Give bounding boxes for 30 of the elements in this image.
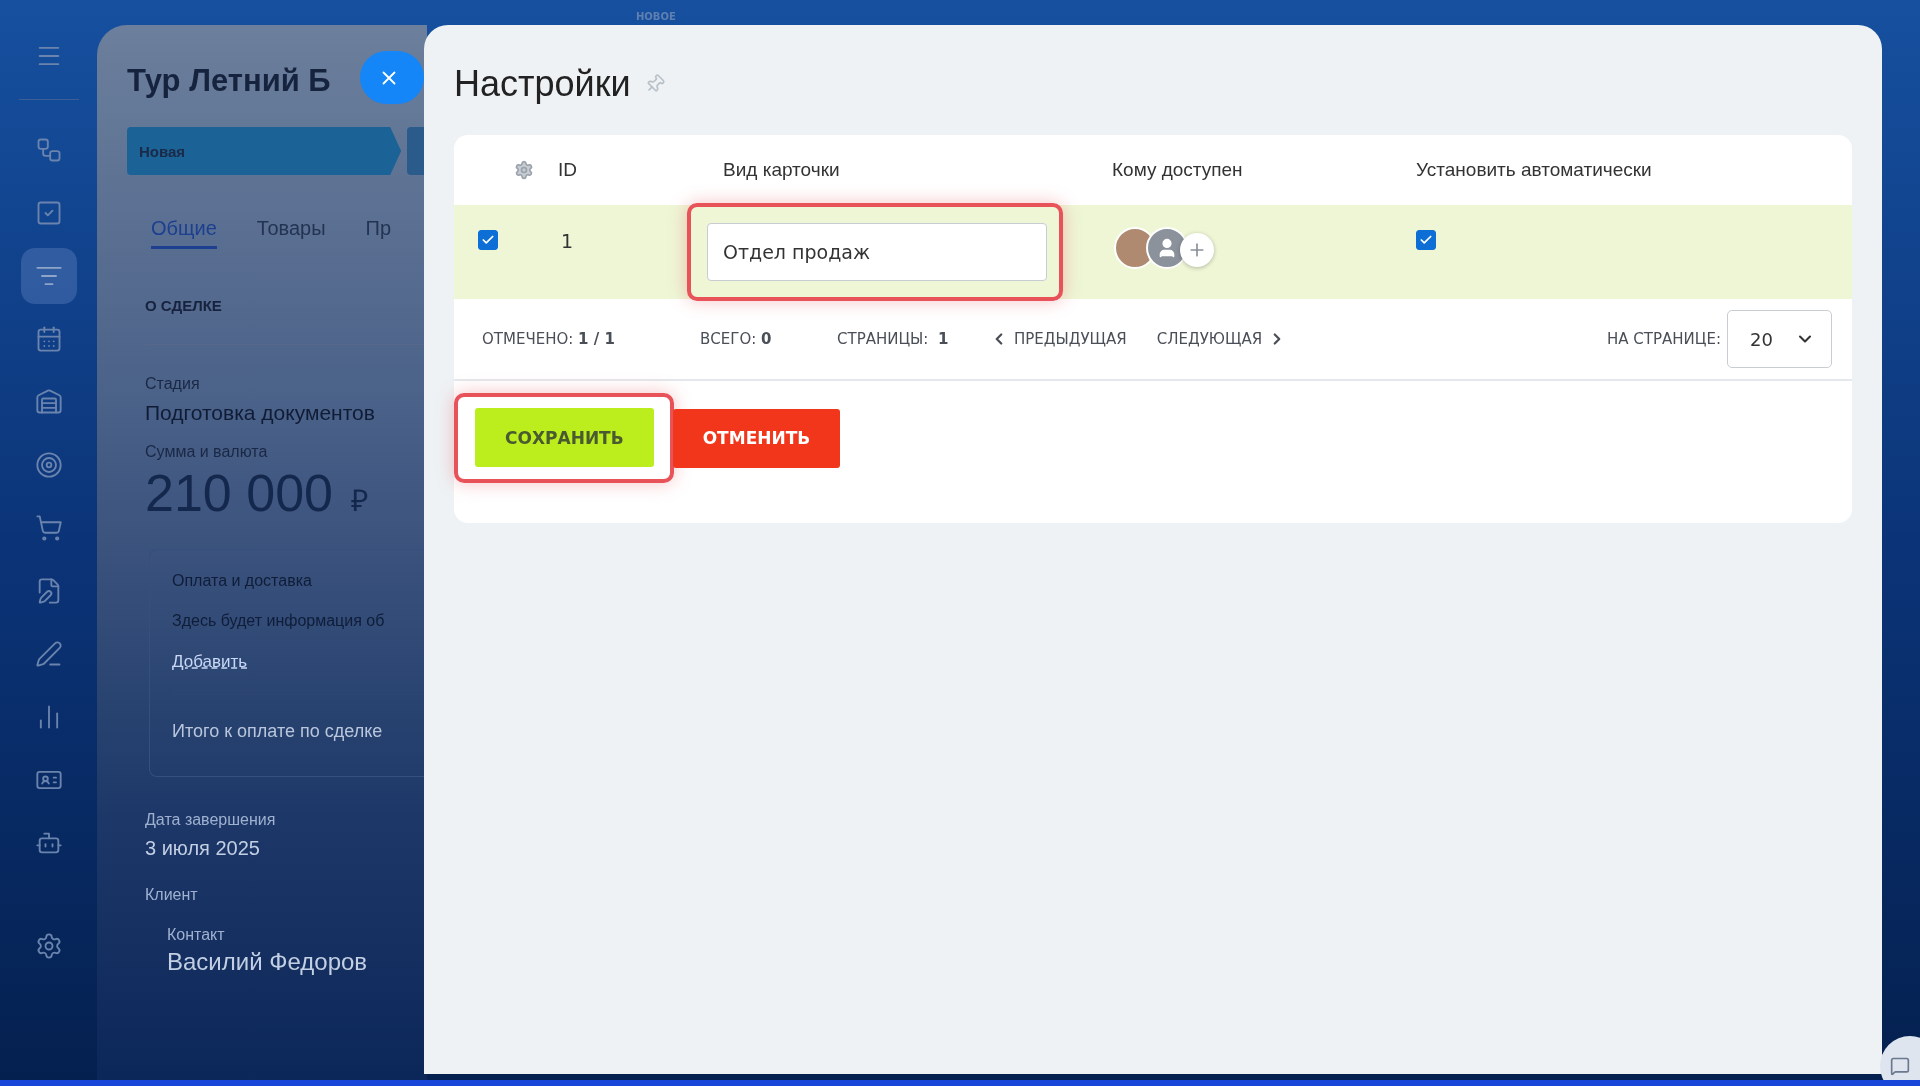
currency-sign: ₽	[350, 483, 368, 519]
field-value: 3 июля 2025	[145, 837, 261, 860]
card-type-field[interactable]: Отдел продаж	[707, 223, 1047, 281]
column-header: Кому доступен	[1112, 159, 1243, 181]
save-button[interactable]: СОХРАНИТЬ	[475, 408, 654, 467]
deal-title: Тур Летний Б	[127, 62, 331, 99]
panel-title: Настройки	[454, 63, 631, 105]
contact-name: Василий Федоров	[167, 948, 369, 976]
per-page-select[interactable]: 20	[1727, 310, 1832, 368]
checked-count: ОТМЕЧЕНО: 1 / 1	[482, 330, 616, 348]
prev-link[interactable]: ПРЕДЫДУЩАЯ	[990, 330, 1127, 348]
payment-title: Оплата и доставка	[172, 572, 313, 590]
top-label: НОВОЕ	[636, 11, 676, 22]
field-label: Дата завершения	[145, 811, 277, 829]
field-label: Контакт	[167, 926, 226, 944]
next-link[interactable]: СЛЕДУЮЩАЯ	[1156, 330, 1287, 348]
field-label: Стадия	[145, 375, 201, 393]
column-header: Вид карточки	[723, 159, 840, 181]
pages-count: СТРАНИЦЫ: 1	[837, 330, 950, 348]
payment-text: Здесь будет информация об	[172, 612, 386, 630]
total-count: ВСЕГО: 0	[700, 330, 773, 348]
column-header: ID	[558, 158, 578, 182]
add-link[interactable]: Добавить	[172, 652, 248, 672]
field-value: Подготовка документов	[145, 401, 376, 425]
cancel-button[interactable]: ОТМЕНИТЬ	[672, 408, 841, 468]
per-page-label: НА СТРАНИЦЕ:	[1607, 330, 1721, 348]
field-label: Сумма и валюта	[145, 443, 269, 461]
column-header: Установить автоматически	[1416, 159, 1652, 181]
id-cell: 1	[561, 230, 574, 252]
field-label: Клиент	[145, 886, 199, 904]
